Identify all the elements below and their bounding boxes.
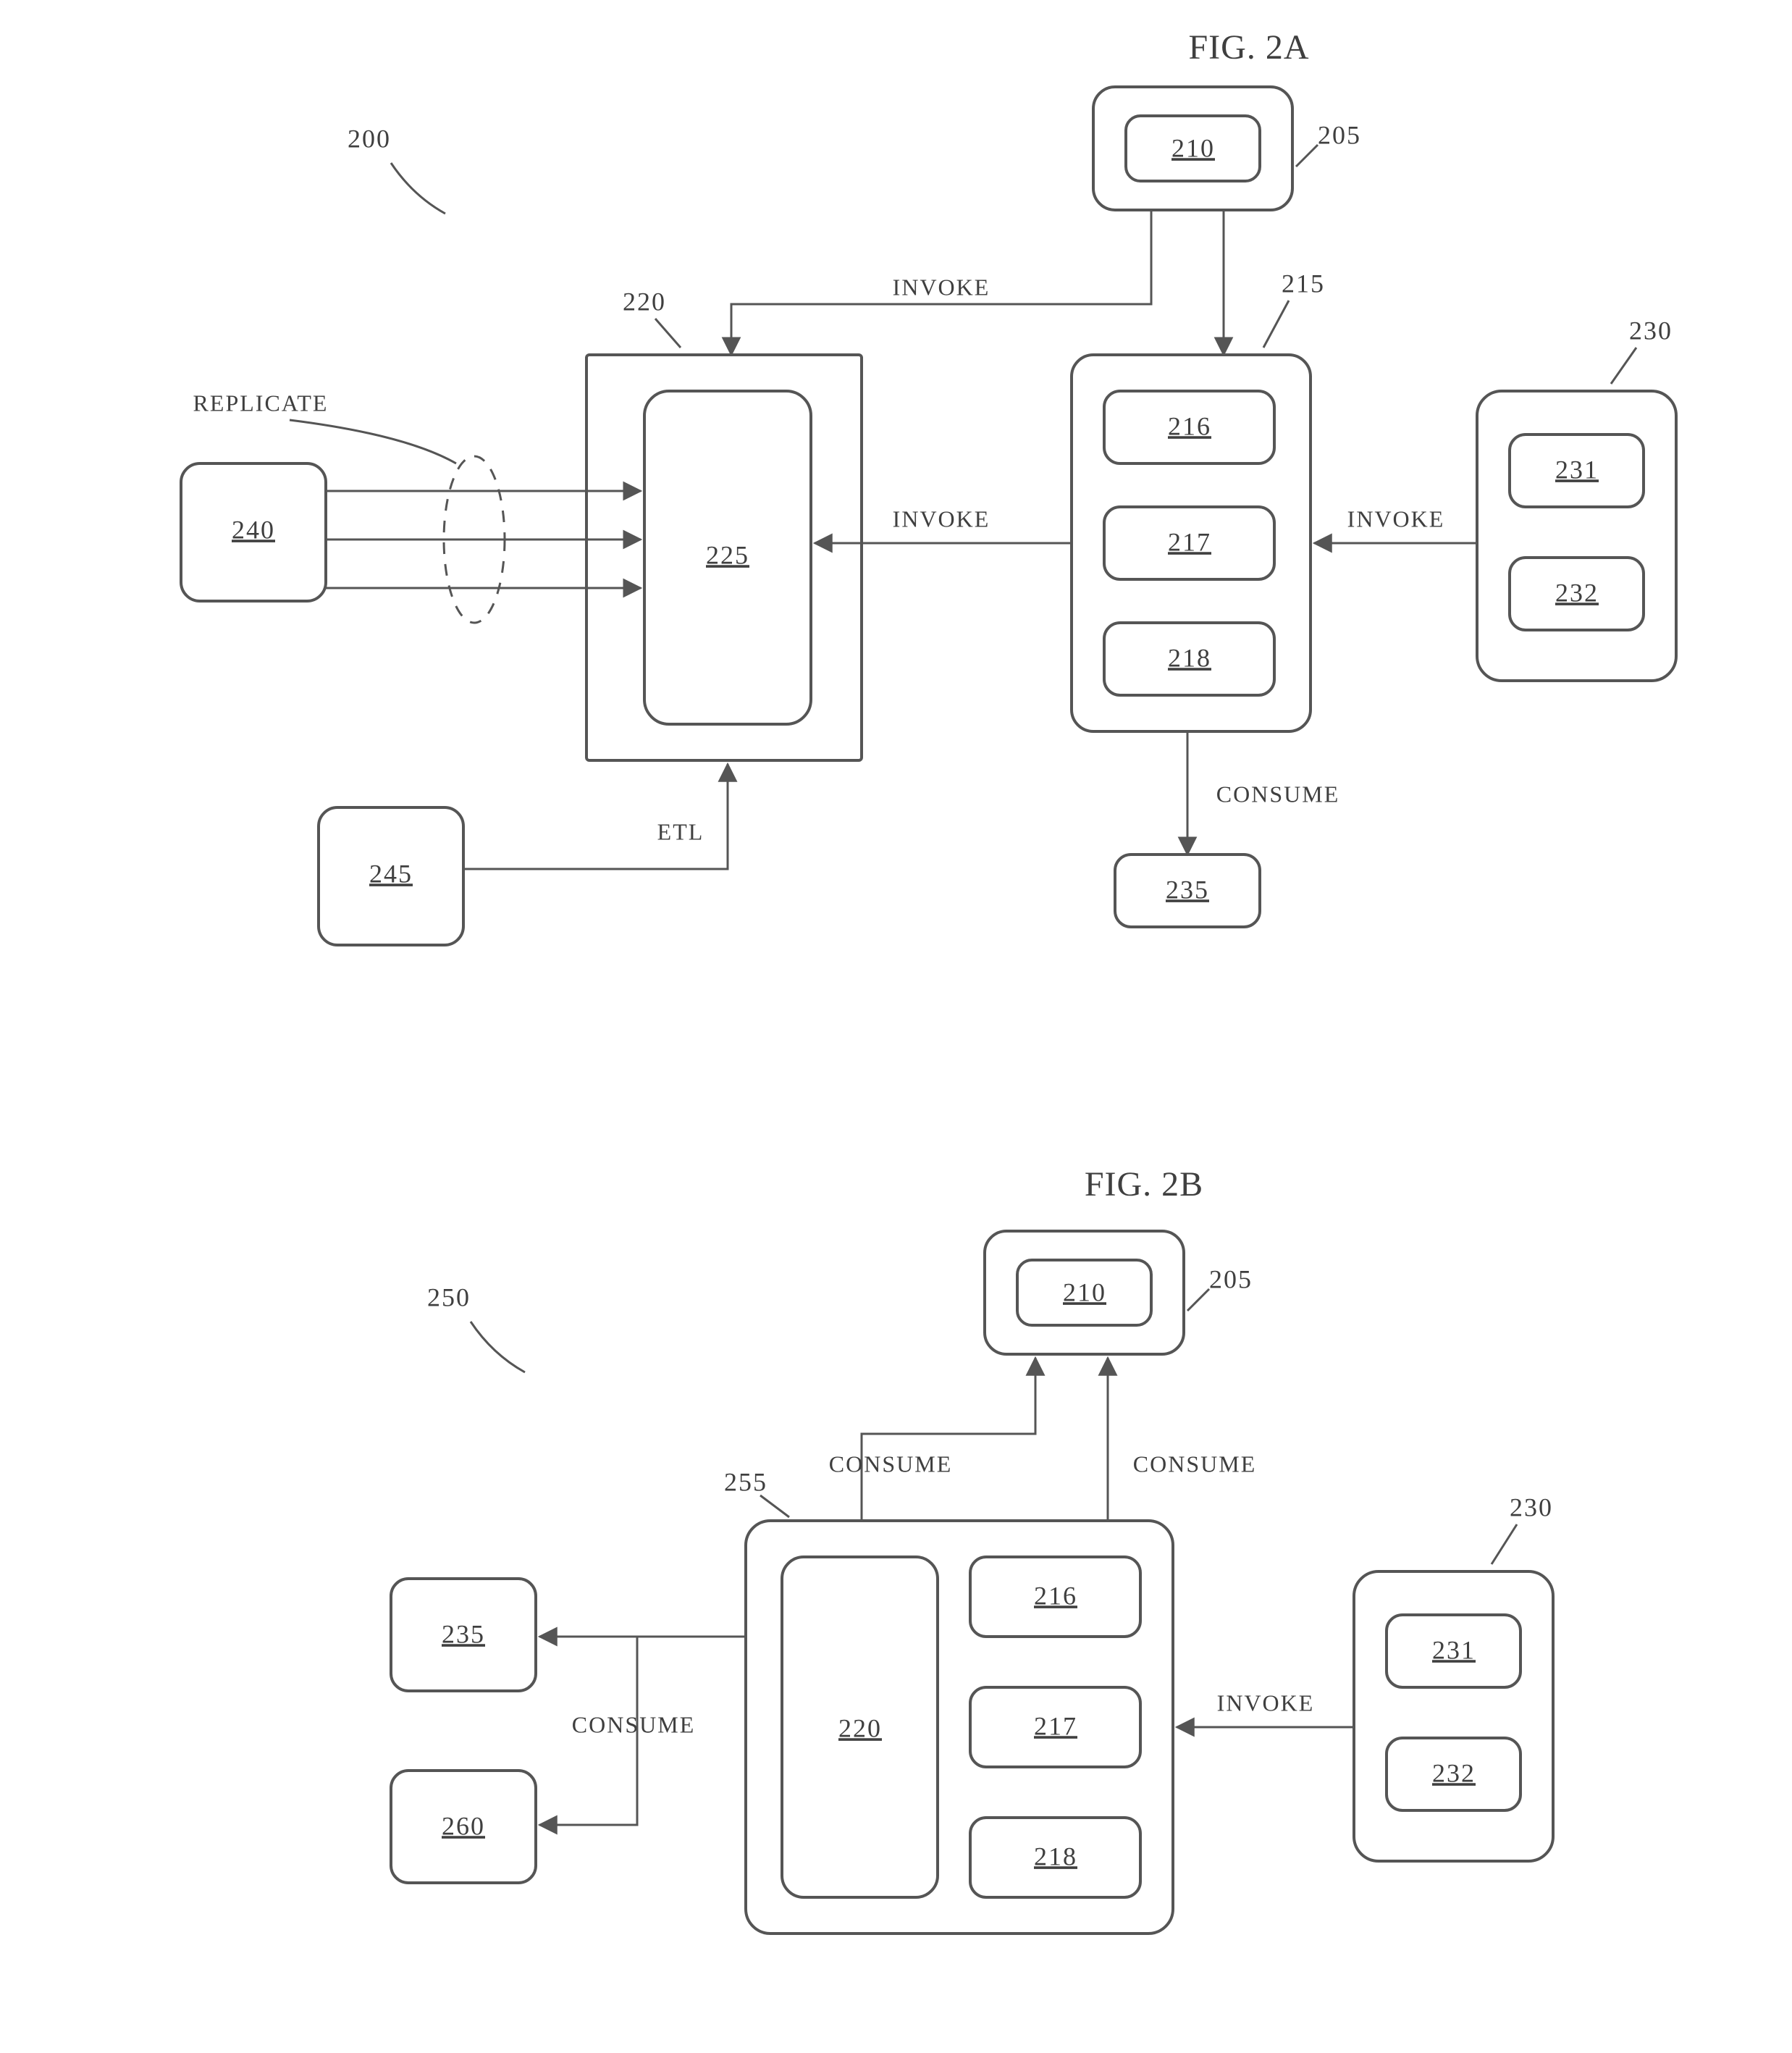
figure-2a: FIG. 2A 200 205 210 215 216 217 218 220 … — [181, 28, 1676, 945]
leader-replicate — [290, 420, 456, 463]
label-240: 240 — [232, 515, 275, 544]
label-231-b: 231 — [1432, 1635, 1476, 1664]
label-245: 245 — [369, 859, 413, 888]
edge-etl: ETL — [657, 818, 704, 844]
label-218-b: 218 — [1034, 1842, 1077, 1871]
figure-2b: FIG. 2B 250 205 210 255 220 216 217 218 … — [391, 1165, 1553, 1934]
label-220-b: 220 — [838, 1713, 882, 1742]
leader-220 — [655, 319, 681, 348]
edge-invoke-1: INVOKE — [893, 274, 990, 300]
arrow-220-210 — [862, 1358, 1035, 1521]
leader-230 — [1611, 348, 1636, 384]
label-205-b: 205 — [1209, 1264, 1253, 1293]
label-217: 217 — [1168, 527, 1211, 556]
label-232-b: 232 — [1432, 1758, 1476, 1787]
leader-215 — [1263, 301, 1289, 348]
label-205: 205 — [1318, 120, 1361, 149]
fig2b-ref: 250 — [427, 1282, 471, 1311]
label-218: 218 — [1168, 643, 1211, 672]
label-210: 210 — [1171, 133, 1215, 162]
edge-consume-b2: CONSUME — [1133, 1450, 1256, 1477]
box-255 — [746, 1521, 1173, 1934]
label-216: 216 — [1168, 411, 1211, 440]
label-255: 255 — [724, 1467, 767, 1496]
arrow-245-220 — [463, 764, 728, 869]
leader-250 — [471, 1322, 525, 1372]
edge-consume-b3: CONSUME — [572, 1711, 695, 1737]
edge-consume-b1: CONSUME — [829, 1450, 952, 1477]
label-225: 225 — [706, 540, 749, 569]
fig2a-title: FIG. 2A — [1188, 28, 1309, 67]
fig2b-title: FIG. 2B — [1085, 1165, 1203, 1204]
label-220: 220 — [623, 287, 666, 316]
edge-consume: CONSUME — [1216, 781, 1339, 807]
label-215: 215 — [1282, 269, 1325, 298]
label-231: 231 — [1555, 455, 1599, 484]
leader-230-b — [1492, 1524, 1517, 1564]
label-210-b: 210 — [1063, 1277, 1106, 1306]
leader-205 — [1296, 145, 1318, 167]
label-217-b: 217 — [1034, 1711, 1077, 1740]
label-230: 230 — [1629, 316, 1673, 345]
edge-invoke-2: INVOKE — [893, 505, 990, 532]
label-216-b: 216 — [1034, 1581, 1077, 1610]
label-232: 232 — [1555, 578, 1599, 607]
edge-invoke-3: INVOKE — [1347, 505, 1445, 532]
fig2a-ref: 200 — [348, 124, 391, 153]
leader-205-b — [1187, 1289, 1209, 1311]
leader-200 — [391, 163, 445, 214]
label-230-b: 230 — [1510, 1492, 1553, 1521]
diagram-canvas: FIG. 2A 200 205 210 215 216 217 218 220 … — [0, 0, 1792, 2053]
edge-invoke-b: INVOKE — [1217, 1689, 1315, 1716]
label-235: 235 — [1166, 875, 1209, 904]
leader-255 — [760, 1495, 789, 1517]
edge-replicate: REPLICATE — [193, 390, 329, 416]
label-235-b: 235 — [442, 1619, 485, 1648]
label-260: 260 — [442, 1811, 485, 1840]
